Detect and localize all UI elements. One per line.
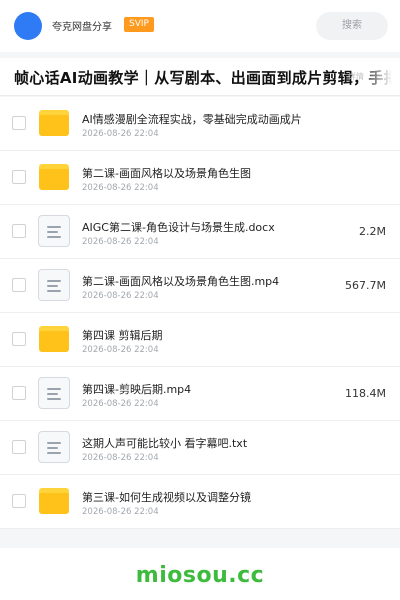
file-date: 2026-08-26 22:04 — [82, 129, 159, 139]
top-bar: 夸克网盘分享 SVIP 搜索 — [0, 0, 400, 52]
document-icon — [38, 377, 70, 409]
share-title: 帧心话AI动画教学｜从写剧本、出画面到成片剪辑，手把手 — [14, 69, 400, 87]
file-date: 2026-08-26 22:04 — [82, 237, 159, 247]
file-date: 2026-08-26 22:04 — [82, 183, 159, 193]
file-row[interactable]: 第三课-如何生成视频以及调整分镜 2026-08-26 22:04 — [0, 475, 400, 529]
file-row[interactable]: AI情感漫剧全流程实战，零基础完成动画成片 2026-08-26 22:04 — [0, 97, 400, 151]
file-name[interactable]: 第三课-如何生成视频以及调整分镜 — [82, 489, 251, 505]
file-name[interactable]: 第四课-剪映后期.mp4 — [82, 381, 191, 397]
file-date: 2026-08-26 22:04 — [82, 399, 159, 409]
file-name[interactable]: 第四课 剪辑后期 — [82, 327, 163, 343]
file-row[interactable]: 第四课-剪映后期.mp4 2026-08-26 22:04 118.4M — [0, 367, 400, 421]
file-row[interactable]: 第四课 剪辑后期 2026-08-26 22:04 — [0, 313, 400, 367]
select-checkbox[interactable] — [12, 170, 26, 184]
svip-badge: SVIP — [124, 17, 154, 32]
document-icon — [38, 269, 70, 301]
file-name[interactable]: 这期人声可能比较小 看字幕吧.txt — [82, 435, 247, 451]
username[interactable]: 夸克网盘分享 — [52, 18, 112, 33]
select-checkbox[interactable] — [12, 494, 26, 508]
file-row[interactable]: 这期人声可能比较小 看字幕吧.txt 2026-08-26 22:04 — [0, 421, 400, 475]
file-date: 2026-08-26 22:04 — [82, 453, 159, 463]
select-checkbox[interactable] — [12, 116, 26, 130]
share-title-bar: 帧心话AI动画教学｜从写剧本、出画面到成片剪辑，手把手 详情 — [0, 58, 400, 96]
select-checkbox[interactable] — [12, 278, 26, 292]
file-date: 2026-08-26 22:04 — [82, 291, 159, 301]
document-icon — [38, 215, 70, 247]
avatar[interactable] — [14, 12, 42, 40]
file-row[interactable]: AIGC第二课-角色设计与场景生成.docx 2026-08-26 22:04 2.… — [0, 205, 400, 259]
file-name[interactable]: AI情感漫剧全流程实战，零基础完成动画成片 — [82, 111, 302, 127]
file-name[interactable]: 第二课-画面风格以及场景角色生图.mp4 — [82, 273, 279, 289]
file-date: 2026-08-26 22:04 — [82, 507, 159, 517]
title-fade — [360, 58, 400, 95]
file-size: 567.7M — [345, 279, 386, 292]
watermark: miosou.cc — [135, 563, 265, 588]
folder-icon — [38, 107, 70, 139]
select-checkbox[interactable] — [12, 386, 26, 400]
file-name[interactable]: AIGC第二课-角色设计与场景生成.docx — [82, 219, 275, 235]
select-checkbox[interactable] — [12, 224, 26, 238]
document-icon — [38, 431, 70, 463]
file-size: 118.4M — [345, 387, 386, 400]
search-button[interactable]: 搜索 — [316, 12, 388, 40]
file-size: 2.2M — [359, 225, 386, 238]
file-row[interactable]: 第二课-画面风格以及场景角色生图 2026-08-26 22:04 — [0, 151, 400, 205]
file-row[interactable]: 第二课-画面风格以及场景角色生图.mp4 2026-08-26 22:04 567.… — [0, 259, 400, 313]
select-checkbox[interactable] — [12, 440, 26, 454]
folder-icon — [38, 485, 70, 517]
folder-icon — [38, 323, 70, 355]
file-name[interactable]: 第二课-画面风格以及场景角色生图 — [82, 165, 251, 181]
file-list: AI情感漫剧全流程实战，零基础完成动画成片 2026-08-26 22:04 第二课… — [0, 97, 400, 529]
select-checkbox[interactable] — [12, 332, 26, 346]
file-date: 2026-08-26 22:04 — [82, 345, 159, 355]
title-detail-hint[interactable]: 详情 — [348, 71, 364, 82]
folder-icon — [38, 161, 70, 193]
